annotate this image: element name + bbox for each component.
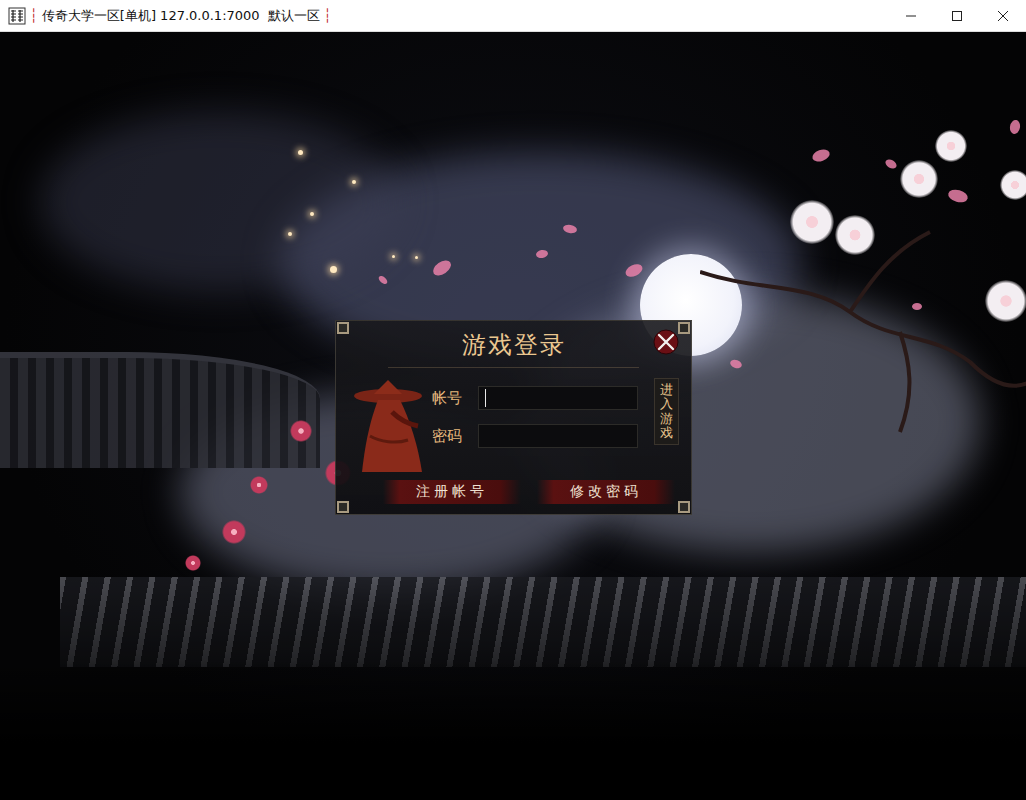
window-controls (888, 0, 1026, 31)
dialog-close-button[interactable] (653, 329, 679, 355)
field-label: 帐号 (432, 389, 466, 408)
roof-tiles (60, 577, 1026, 667)
game-scene: 游戏登录 帐号 密码 进入游戏 注册帐号修改密码 (0, 32, 1026, 800)
petal (947, 188, 969, 205)
sparkle (330, 266, 337, 273)
dialog-button[interactable]: 注册帐号 (383, 480, 521, 504)
petal (1009, 119, 1021, 135)
form-row: 密码 (432, 424, 638, 448)
app-icon (8, 7, 26, 25)
sparkle (310, 212, 314, 216)
cloud (40, 112, 400, 292)
window-title: 传奇大学一区[单机] 127.0.0.1:7000 默认一区 (42, 7, 320, 25)
sparkle (415, 256, 418, 259)
corner-ornament (337, 322, 349, 334)
sparkle (298, 150, 303, 155)
sparkle (392, 255, 395, 258)
blossom (900, 160, 938, 198)
title-mark: ┆ (30, 8, 38, 23)
blossom (790, 200, 834, 244)
blossom (250, 476, 268, 494)
title-bar: ┆ 传奇大学一区[单机] 127.0.0.1:7000 默认一区 ┆ (0, 0, 1026, 32)
game-window: ┆ 传奇大学一区[单机] 127.0.0.1:7000 默认一区 ┆ 游戏登录 … (0, 0, 1026, 800)
close-button[interactable] (980, 0, 1026, 31)
close-icon (997, 10, 1009, 22)
minimize-button[interactable] (888, 0, 934, 31)
old-man-figure-icon (348, 376, 432, 476)
sparkle (288, 232, 292, 236)
dialog-title: 游戏登录 (388, 329, 639, 368)
text-field[interactable] (478, 424, 638, 448)
petal (811, 147, 832, 163)
login-dialog: 游戏登录 帐号 密码 进入游戏 注册帐号修改密码 (335, 320, 692, 515)
blossom (290, 420, 312, 442)
corner-ornament (678, 501, 690, 513)
maximize-icon (951, 10, 963, 22)
corner-ornament (678, 322, 690, 334)
form-row: 帐号 (432, 386, 638, 410)
blossom (222, 520, 246, 544)
title-mark: ┆ (324, 8, 332, 23)
maximize-button[interactable] (934, 0, 980, 31)
blossom (935, 130, 967, 162)
field-label: 密码 (432, 427, 466, 446)
text-caret (485, 389, 486, 407)
corner-ornament (337, 501, 349, 513)
dialog-button[interactable]: 修改密码 (537, 480, 675, 504)
ground (0, 660, 1026, 800)
close-icon (653, 329, 679, 355)
blossom (185, 555, 201, 571)
minimize-icon (905, 10, 917, 22)
text-field[interactable] (478, 386, 638, 410)
blossom (835, 215, 875, 255)
roof-eave (0, 352, 320, 468)
blossom (985, 280, 1026, 322)
petal (884, 158, 898, 171)
enter-game-button[interactable]: 进入游戏 (654, 378, 679, 445)
petal (912, 303, 922, 310)
sparkle (352, 180, 356, 184)
blossom (1000, 170, 1026, 200)
